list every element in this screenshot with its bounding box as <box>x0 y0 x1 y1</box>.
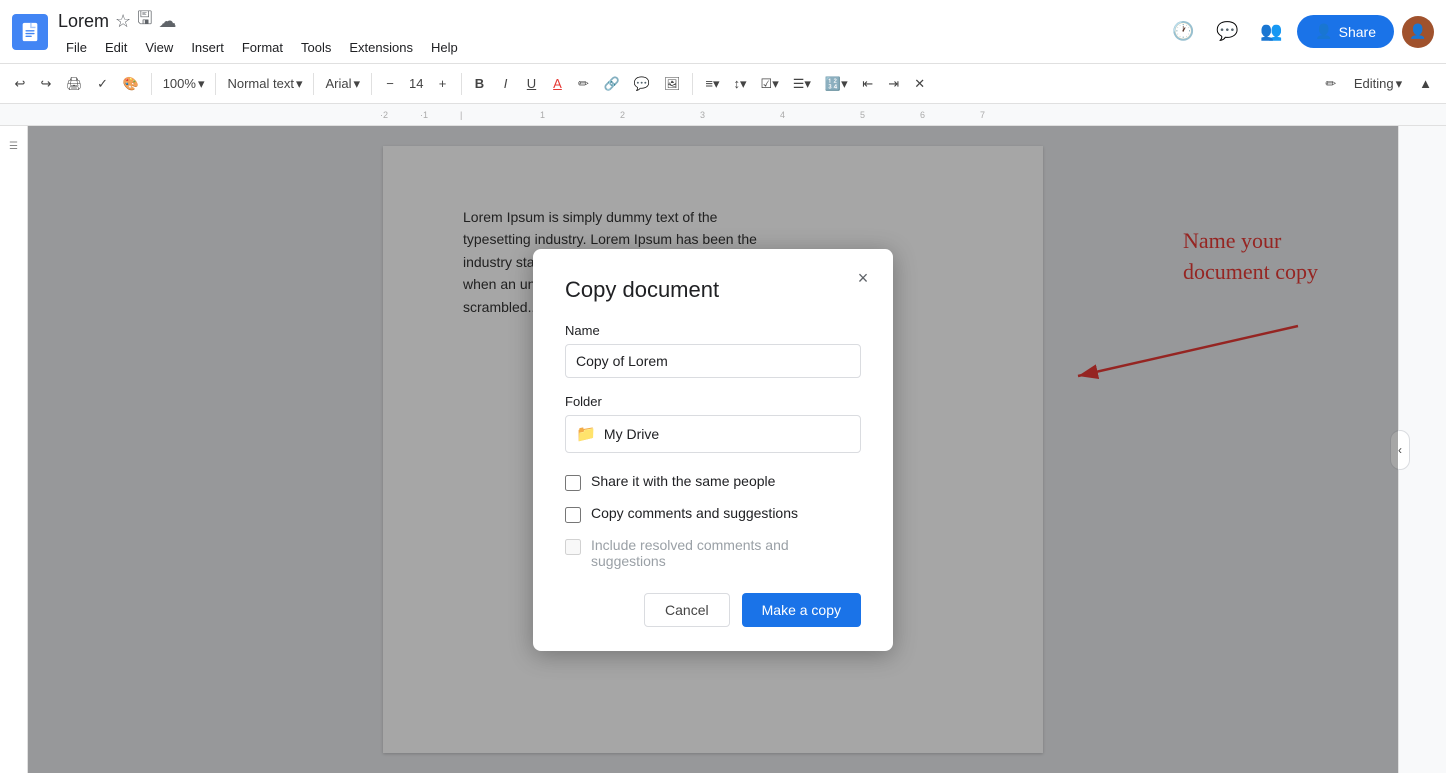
paint-format-button[interactable]: 🎨 <box>117 72 145 96</box>
ruler-inner: ·2 ·1 | 1 2 3 4 5 6 7 <box>380 104 1040 125</box>
checklist-button[interactable]: ☑▾ <box>755 72 785 96</box>
menu-edit[interactable]: Edit <box>97 38 135 57</box>
font-select[interactable]: Arial ▾ <box>320 73 365 95</box>
toolbar: ↩ ↪ 🖨 ✓ 🎨 100% ▾ Normal text ▾ Arial ▾ −… <box>0 64 1446 104</box>
folder-icon: 📁 <box>576 424 596 444</box>
divider-6 <box>692 73 693 95</box>
line-spacing-button[interactable]: ↕▾ <box>728 72 753 96</box>
style-value: Normal text <box>227 76 293 91</box>
modal-overlay: Copy document × Name Folder 📁 My Drive S… <box>28 126 1398 773</box>
insert-comment-button[interactable]: 💬 <box>628 72 656 96</box>
divider-1 <box>151 73 152 95</box>
outline-icon[interactable]: ☰ <box>2 134 26 158</box>
make-copy-button[interactable]: Make a copy <box>742 593 861 627</box>
menu-tools[interactable]: Tools <box>293 38 339 57</box>
copy-comments-label: Copy comments and suggestions <box>591 505 798 521</box>
editing-mode-value: Editing <box>1354 76 1394 91</box>
sidebar-left: ☰ <box>0 126 28 773</box>
doc-area: Lorem Ipsum is simply dummy text of the … <box>28 126 1398 773</box>
comment-icon[interactable]: 💬 <box>1209 14 1245 50</box>
history-icon[interactable]: 🕐 <box>1165 14 1201 50</box>
divider-5 <box>461 73 462 95</box>
edit-pencil-icon: ✏ <box>1319 72 1343 96</box>
menu-format[interactable]: Format <box>234 38 291 57</box>
ruler: ·2 ·1 | 1 2 3 4 5 6 7 <box>0 104 1446 126</box>
include-resolved-row: Include resolved comments and suggestion… <box>565 537 861 569</box>
numbered-list-button[interactable]: 🔢▾ <box>819 72 854 96</box>
collapse-toolbar-button[interactable]: ▲ <box>1413 72 1438 95</box>
folder-value: My Drive <box>604 426 659 442</box>
editing-mode-select[interactable]: Editing ▾ <box>1349 73 1407 95</box>
main-area: ☰ Lorem Ipsum is simply dummy text of th… <box>0 126 1446 773</box>
style-dropdown-icon: ▾ <box>296 76 303 92</box>
menu-view[interactable]: View <box>137 38 181 57</box>
font-size-decrease[interactable]: − <box>378 72 402 95</box>
copy-comments-row: Copy comments and suggestions <box>565 505 861 523</box>
print-button[interactable]: 🖨 <box>60 72 89 96</box>
cancel-button[interactable]: Cancel <box>644 593 730 627</box>
copy-comments-checkbox[interactable] <box>565 507 581 523</box>
dialog-actions: Cancel Make a copy <box>565 593 861 627</box>
divider-4 <box>371 73 372 95</box>
bold-button[interactable]: B <box>468 72 492 95</box>
copy-document-dialog: Copy document × Name Folder 📁 My Drive S… <box>533 249 893 651</box>
doc-title: Lorem <box>58 11 109 32</box>
style-select[interactable]: Normal text ▾ <box>222 73 307 95</box>
font-size-select[interactable]: 14 <box>404 73 428 94</box>
share-label: Share <box>1339 24 1376 40</box>
editing-dropdown-icon: ▾ <box>1396 76 1403 92</box>
top-bar: Lorem ☆ 🖫 ☁ File Edit View Insert Format… <box>0 0 1446 64</box>
share-people-checkbox[interactable] <box>565 475 581 491</box>
insert-image-button[interactable]: 🖼 <box>658 72 687 96</box>
avatar[interactable]: 👤 <box>1402 16 1434 48</box>
share-icon: 👤 <box>1315 23 1332 40</box>
underline-button[interactable]: U <box>520 72 544 95</box>
undo-button[interactable]: ↩ <box>8 72 32 96</box>
include-resolved-label: Include resolved comments and suggestion… <box>591 537 861 569</box>
menu-help[interactable]: Help <box>423 38 466 57</box>
doc-title-area: Lorem ☆ 🖫 ☁ File Edit View Insert Format… <box>58 6 466 57</box>
font-size-increase[interactable]: + <box>431 72 455 95</box>
share-button[interactable]: 👤 Share <box>1297 15 1394 48</box>
spellcheck-button[interactable]: ✓ <box>91 72 115 96</box>
text-color-button[interactable]: A <box>546 72 570 95</box>
menu-file[interactable]: File <box>58 38 95 57</box>
cloud-icon: ☁ <box>159 11 177 32</box>
divider-2 <box>215 73 216 95</box>
share-people-row: Share it with the same people <box>565 473 861 491</box>
font-size-value: 14 <box>409 76 423 91</box>
highlight-button[interactable]: ✏ <box>572 72 596 96</box>
font-dropdown-icon: ▾ <box>354 76 361 92</box>
include-resolved-checkbox[interactable] <box>565 539 581 555</box>
menu-bar: File Edit View Insert Format Tools Exten… <box>58 38 466 57</box>
top-bar-right: 🕐 💬 👥 👤 Share 👤 <box>1165 14 1434 50</box>
zoom-value: 100% <box>163 76 196 91</box>
dialog-title: Copy document <box>565 277 861 303</box>
name-input[interactable] <box>565 344 861 378</box>
link-button[interactable]: 🔗 <box>598 72 626 96</box>
align-button[interactable]: ≡▾ <box>699 72 725 96</box>
decrease-indent-button[interactable]: ⇤ <box>856 72 880 96</box>
share-people-label: Share it with the same people <box>591 473 775 489</box>
redo-button[interactable]: ↪ <box>34 72 58 96</box>
menu-insert[interactable]: Insert <box>183 38 232 57</box>
star-icon[interactable]: ☆ <box>115 11 131 32</box>
name-label: Name <box>565 323 861 338</box>
zoom-select[interactable]: 100% ▾ <box>158 73 210 95</box>
menu-extensions[interactable]: Extensions <box>341 38 421 57</box>
zoom-dropdown-icon: ▾ <box>198 76 205 92</box>
divider-3 <box>313 73 314 95</box>
people-icon: 👥 <box>1253 14 1289 50</box>
increase-indent-button[interactable]: ⇥ <box>882 72 906 96</box>
italic-button[interactable]: I <box>494 72 518 95</box>
folder-selector[interactable]: 📁 My Drive <box>565 415 861 453</box>
save-icon[interactable]: 🖫 <box>137 6 152 36</box>
bullets-button[interactable]: ☰▾ <box>787 72 817 96</box>
folder-label: Folder <box>565 394 861 409</box>
app-icon <box>12 14 48 50</box>
dialog-close-button[interactable]: × <box>849 265 877 293</box>
clear-formatting-button[interactable]: ✕ <box>908 72 932 96</box>
font-value: Arial <box>325 76 351 91</box>
